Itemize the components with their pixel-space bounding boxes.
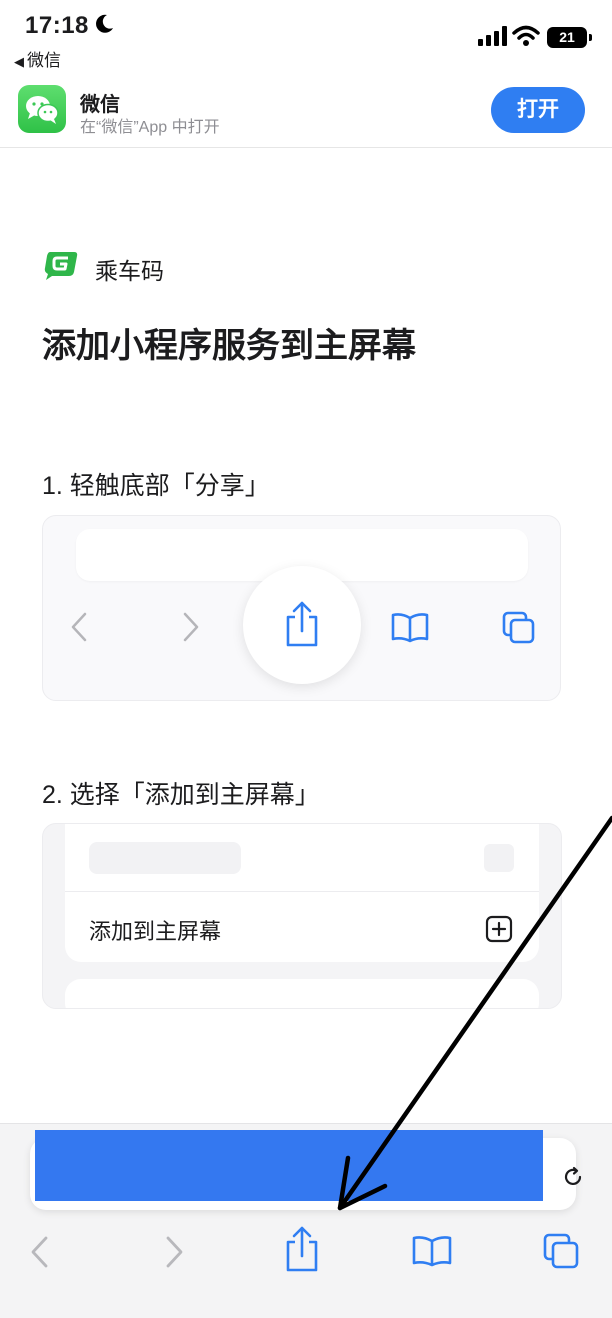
plus-square-icon <box>485 915 513 943</box>
battery-tip <box>589 34 592 41</box>
step-2-text: 2. 选择「添加到主屏幕」 <box>42 781 320 809</box>
back-to-app-link[interactable]: ◀ 微信 <box>14 46 61 71</box>
step-1-text: 1. 轻触底部「分享」 <box>42 472 270 500</box>
forward-chevron-icon[interactable] <box>162 1235 186 1269</box>
tabs-icon <box>502 611 535 644</box>
app-subtitle: 在“微信”App 中打开 <box>80 119 220 136</box>
placeholder-icon <box>484 844 514 872</box>
battery-icon: 21 <box>547 27 587 48</box>
share-sheet-lower-section <box>65 979 539 1008</box>
back-triangle-icon: ◀ <box>14 54 24 69</box>
tabs-toolbar-icon[interactable] <box>542 1232 580 1270</box>
divider <box>65 891 539 892</box>
wechat-logo-icon <box>26 96 59 124</box>
add-to-home-label: 添加到主屏幕 <box>89 919 222 944</box>
app-banner: 微信 在“微信”App 中打开 打开 <box>0 72 612 148</box>
placeholder-row <box>89 842 241 874</box>
brand-name: 乘车码 <box>95 258 164 284</box>
back-chevron-icon[interactable] <box>28 1235 52 1269</box>
back-app-label: 微信 <box>27 51 61 70</box>
share-sheet-illustration: 添加到主屏幕 <box>65 824 539 962</box>
bookmarks-toolbar-icon[interactable] <box>411 1234 453 1268</box>
page-title: 添加小程序服务到主屏幕 <box>42 327 416 365</box>
chevron-left-icon <box>71 612 87 642</box>
status-time: 17:18 <box>25 12 89 39</box>
share-toolbar-icon[interactable] <box>283 1226 321 1272</box>
redaction-block <box>35 1130 543 1201</box>
chevron-right-icon <box>183 612 199 642</box>
wechat-app-icon <box>18 85 66 133</box>
share-illustration-card <box>42 515 561 701</box>
bus-code-logo-icon <box>44 252 78 280</box>
wifi-icon <box>512 25 540 46</box>
signal-icon <box>478 26 507 46</box>
bookmarks-icon <box>391 613 429 643</box>
status-bar: 17:18 ◀ 微信 21 <box>0 0 612 70</box>
add-to-home-illustration-card: 添加到主屏幕 <box>42 823 562 1009</box>
open-in-app-button[interactable]: 打开 <box>491 87 585 133</box>
moon-icon <box>96 14 113 33</box>
reload-icon[interactable] <box>562 1166 584 1188</box>
share-icon <box>286 601 318 647</box>
